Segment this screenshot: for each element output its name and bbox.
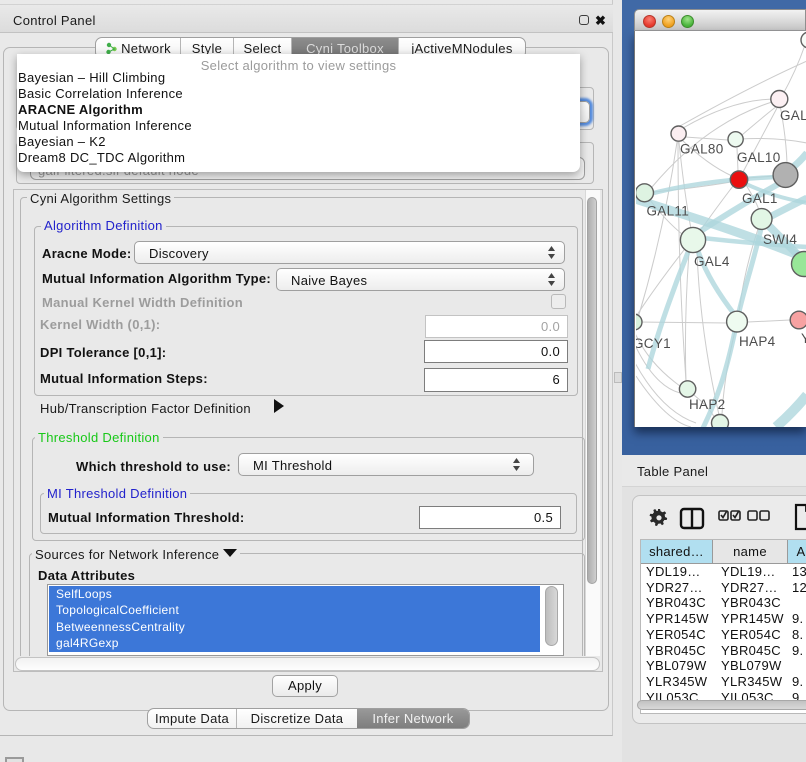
svg-text:Y: Y — [801, 331, 806, 346]
svg-text:HAP4: HAP4 — [739, 334, 776, 349]
svg-text:HAP2: HAP2 — [689, 397, 725, 412]
svg-text:GAL11: GAL11 — [647, 204, 690, 219]
svg-text:GAL7: GAL7 — [780, 108, 806, 123]
svg-text:GCY1: GCY1 — [636, 336, 671, 351]
svg-text:GAL10: GAL10 — [737, 150, 781, 165]
svg-text:GAL1: GAL1 — [742, 191, 778, 206]
svg-text:GAL4: GAL4 — [694, 254, 730, 269]
svg-text:GAL80: GAL80 — [680, 142, 724, 157]
svg-text:SWI4: SWI4 — [763, 232, 797, 247]
